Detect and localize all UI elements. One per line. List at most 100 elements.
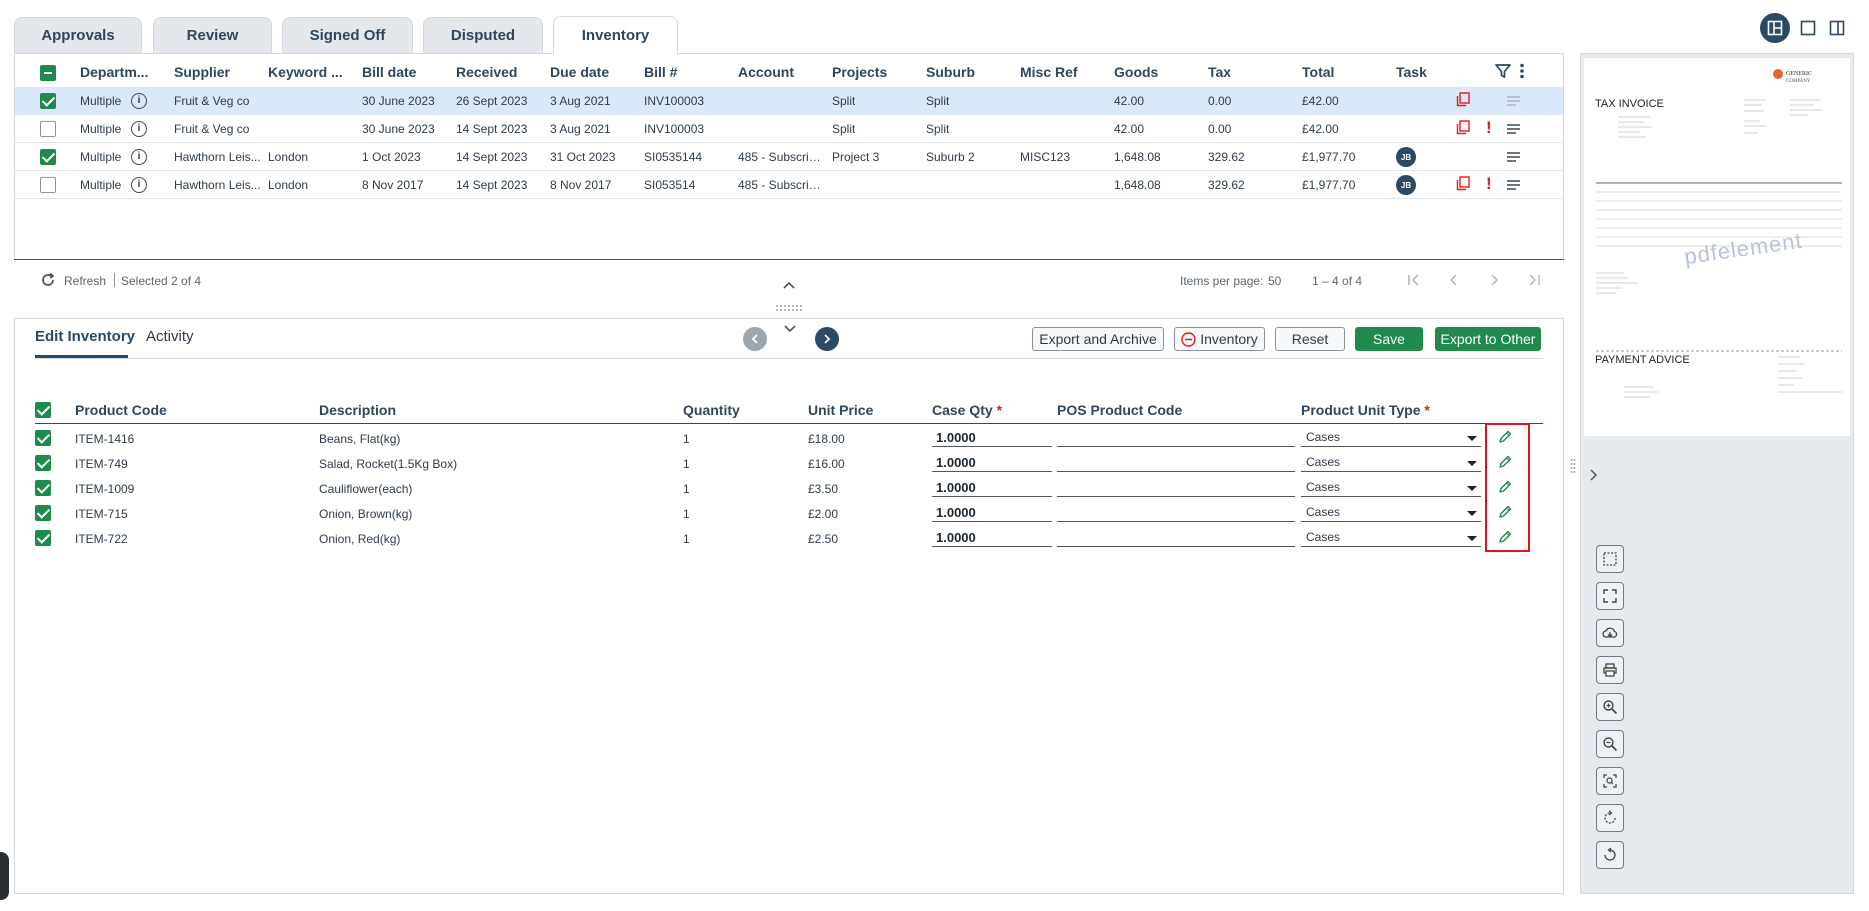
cell-supplier: Hawthorn Leis...: [174, 150, 261, 164]
panel-resize-grip-icon[interactable]: [1570, 458, 1576, 474]
refresh-icon[interactable]: [40, 272, 56, 288]
first-page-icon[interactable]: [1406, 272, 1422, 288]
prev-page-icon[interactable]: [1446, 272, 1462, 288]
info-icon[interactable]: i: [131, 149, 147, 165]
item-checkbox[interactable]: [35, 530, 51, 546]
col-header-due-date[interactable]: Due date: [550, 64, 609, 80]
duplicate-icon[interactable]: [1456, 120, 1470, 135]
item-checkbox[interactable]: [35, 480, 51, 496]
select-all-checkbox[interactable]: [40, 65, 56, 81]
fullscreen-button[interactable]: [1596, 582, 1624, 610]
select-all-items-checkbox[interactable]: [35, 402, 51, 418]
notes-icon[interactable]: [1507, 180, 1520, 190]
row-checkbox[interactable]: [40, 149, 56, 165]
fullscreen-icon: [1603, 589, 1617, 603]
inventory-button[interactable]: Inventory: [1174, 327, 1265, 351]
row-checkbox[interactable]: [40, 121, 56, 137]
case-qty-input[interactable]: [932, 429, 1052, 447]
tab-signed-off[interactable]: Signed Off: [282, 17, 413, 53]
refresh-link[interactable]: Refresh: [64, 274, 106, 288]
item-checkbox[interactable]: [35, 455, 51, 471]
pos-product-code-input[interactable]: [1057, 504, 1295, 522]
next-page-icon[interactable]: [1486, 272, 1502, 288]
case-qty-input[interactable]: [932, 454, 1052, 472]
last-page-icon[interactable]: [1526, 272, 1542, 288]
zoom-out-button[interactable]: [1596, 730, 1624, 758]
pos-product-code-input[interactable]: [1057, 454, 1295, 472]
chevron-down-icon[interactable]: [783, 324, 797, 334]
rotate-counterclockwise-button[interactable]: [1596, 841, 1624, 869]
case-qty-input[interactable]: [932, 504, 1052, 522]
rotate-clockwise-button[interactable]: [1596, 804, 1624, 832]
unit-type-select[interactable]: Cases: [1301, 479, 1481, 497]
col-header-keyword[interactable]: Keyword ...: [268, 64, 343, 80]
info-icon[interactable]: i: [131, 93, 147, 109]
avatar[interactable]: JB: [1396, 175, 1416, 195]
expand-preview-icon[interactable]: [1588, 468, 1598, 482]
resize-handle-icon[interactable]: [774, 304, 804, 312]
info-icon[interactable]: i: [131, 177, 147, 193]
tab-disputed[interactable]: Disputed: [423, 17, 543, 53]
item-quantity: 1: [683, 507, 690, 521]
col-header-received[interactable]: Received: [456, 64, 517, 80]
side-chat-widget[interactable]: [0, 852, 9, 900]
row-checkbox[interactable]: [40, 93, 56, 109]
more-vert-icon[interactable]: [1518, 63, 1526, 79]
cell-due-date: 31 Oct 2023: [550, 150, 616, 164]
col-header-bill-number[interactable]: Bill #: [644, 64, 677, 80]
items-per-page-select[interactable]: 50: [1268, 274, 1281, 288]
pos-product-code-input[interactable]: [1057, 429, 1295, 447]
notes-icon[interactable]: [1507, 152, 1520, 162]
case-qty-input[interactable]: [932, 479, 1052, 497]
split-layout-button[interactable]: [1760, 13, 1790, 43]
collapse-panel-icon[interactable]: [782, 280, 796, 290]
info-icon[interactable]: i: [131, 121, 147, 137]
avatar[interactable]: JB: [1396, 147, 1416, 167]
tab-review[interactable]: Review: [153, 17, 272, 53]
zoom-in-button[interactable]: [1596, 693, 1624, 721]
tab-activity[interactable]: Activity: [146, 328, 194, 345]
next-bill-button[interactable]: [815, 327, 839, 351]
tab-edit-inventory[interactable]: Edit Inventory: [35, 328, 135, 345]
columns-layout-button[interactable]: [1822, 13, 1852, 43]
col-header-suburb[interactable]: Suburb: [926, 64, 975, 80]
pos-product-code-input[interactable]: [1057, 529, 1295, 547]
filter-icon[interactable]: [1495, 63, 1511, 79]
row-checkbox[interactable]: [40, 177, 56, 193]
duplicate-icon[interactable]: [1456, 92, 1470, 107]
unit-type-select[interactable]: Cases: [1301, 504, 1481, 522]
unit-type-select[interactable]: Cases: [1301, 429, 1481, 447]
fit-page-button[interactable]: [1596, 767, 1624, 795]
notes-icon[interactable]: [1507, 96, 1520, 106]
download-button[interactable]: [1596, 619, 1624, 647]
col-header-goods[interactable]: Goods: [1114, 64, 1158, 80]
cell-received: 14 Sept 2023: [456, 122, 528, 136]
prev-bill-button[interactable]: [743, 327, 767, 351]
pos-product-code-input[interactable]: [1057, 479, 1295, 497]
select-area-button[interactable]: [1596, 545, 1624, 573]
unit-type-select[interactable]: Cases: [1301, 454, 1481, 472]
tab-approvals[interactable]: Approvals: [14, 17, 142, 53]
unit-type-select[interactable]: Cases: [1301, 529, 1481, 547]
col-header-bill-date[interactable]: Bill date: [362, 64, 416, 80]
col-header-total[interactable]: Total: [1302, 64, 1334, 80]
item-checkbox[interactable]: [35, 505, 51, 521]
export-and-archive-button[interactable]: Export and Archive: [1032, 327, 1164, 351]
reset-button[interactable]: Reset: [1275, 327, 1345, 351]
notes-icon[interactable]: [1507, 124, 1520, 134]
item-checkbox[interactable]: [35, 430, 51, 446]
print-button[interactable]: [1596, 656, 1624, 684]
col-header-supplier[interactable]: Supplier: [174, 64, 230, 80]
col-header-misc-ref[interactable]: Misc Ref: [1020, 64, 1078, 80]
col-header-department[interactable]: Departm...: [80, 64, 148, 80]
col-header-tax[interactable]: Tax: [1208, 64, 1231, 80]
save-button[interactable]: Save: [1355, 327, 1423, 351]
duplicate-icon[interactable]: [1456, 176, 1470, 191]
case-qty-input[interactable]: [932, 529, 1052, 547]
export-to-other-button[interactable]: Export to Other: [1435, 327, 1541, 351]
col-header-task[interactable]: Task: [1396, 64, 1427, 80]
single-layout-button[interactable]: [1793, 13, 1823, 43]
tab-inventory[interactable]: Inventory: [553, 16, 678, 54]
col-header-projects[interactable]: Projects: [832, 64, 887, 80]
col-header-account[interactable]: Account: [738, 64, 794, 80]
